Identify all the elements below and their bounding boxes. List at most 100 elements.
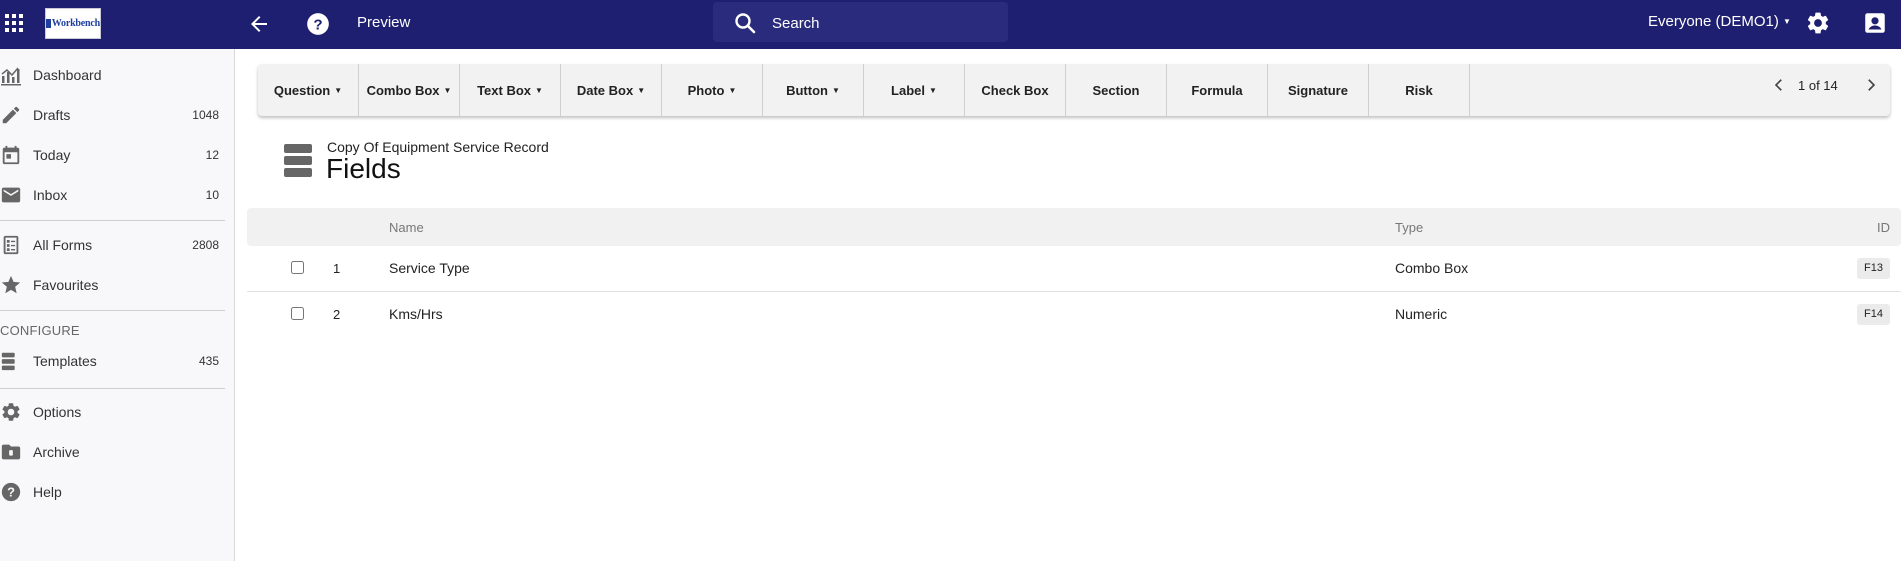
field-id-badge: F14 <box>1857 304 1890 325</box>
toolbar-text-box-button[interactable]: Text Box ▼ <box>460 64 561 116</box>
toolbar-button-label: Question <box>273 82 331 98</box>
toolbar-question-button[interactable]: Question ▼ <box>258 64 359 116</box>
svg-text:?: ? <box>313 16 322 33</box>
toolbar-button-label: Button <box>786 82 828 98</box>
sidebar-divider <box>0 310 225 311</box>
pager-count: 1 of 14 <box>1798 78 1838 93</box>
toolbar-check-box-button[interactable]: Check Box <box>965 64 1066 116</box>
search-bar[interactable] <box>713 2 1008 42</box>
toolbar-section-button[interactable]: Section <box>1066 64 1167 116</box>
sidebar-item-dashboard[interactable]: Dashboard <box>0 61 225 91</box>
sidebar-nav: Dashboard Drafts 1048 Today 12 Inbox 10 … <box>0 49 235 561</box>
sidebar-divider <box>0 220 225 221</box>
apps-grid-icon[interactable] <box>4 13 24 33</box>
company-logo[interactable]: Workbench <box>45 8 101 39</box>
field-type: Numeric <box>1395 306 1448 322</box>
pager: 1 of 14 <box>1770 66 1876 106</box>
top-app-bar: Workbench ? Preview Everyone (DEMO1) ▼ <box>0 0 1901 49</box>
column-header-name[interactable]: Name <box>389 220 424 235</box>
chevron-left-icon[interactable] <box>1770 76 1788 94</box>
workspace-label: Everyone (DEMO1) <box>1648 13 1779 30</box>
toolbar-formula-button[interactable]: Formula <box>1167 64 1268 116</box>
table-row[interactable]: 1 Service Type Combo Box F13 <box>247 246 1901 292</box>
toolbar-signature-button[interactable]: Signature <box>1268 64 1369 116</box>
field-type-toolbar: Question ▼ Combo Box ▼ Text Box ▼ Date Box ▼… <box>258 64 1890 116</box>
sidebar-item-label: Inbox <box>33 187 68 203</box>
search-icon <box>735 13 756 34</box>
caret-down-icon: ▼ <box>334 85 343 95</box>
help-circle-icon: ? <box>1 482 21 502</box>
caret-down-icon: ▼ <box>637 85 646 95</box>
archive-icon <box>1 444 21 460</box>
sidebar-item-all-forms[interactable]: All Forms 2808 <box>0 231 225 261</box>
settings-gear-icon[interactable] <box>1805 10 1831 36</box>
sidebar-item-count: 12 <box>205 148 219 162</box>
sidebar-item-count: 10 <box>205 188 219 202</box>
toolbar-button-button[interactable]: Button ▼ <box>763 64 864 116</box>
sidebar-item-drafts[interactable]: Drafts 1048 <box>0 101 225 131</box>
caret-down-icon: ▼ <box>535 85 543 95</box>
field-name[interactable]: Service Type <box>389 260 470 276</box>
sidebar-item-archive[interactable]: Archive <box>0 438 225 468</box>
sidebar-item-help[interactable]: ? Help <box>0 478 225 508</box>
sidebar-item-favourites[interactable]: Favourites <box>0 271 225 301</box>
caret-down-icon: ▼ <box>929 85 937 95</box>
sidebar-item-label: Drafts <box>33 107 71 123</box>
toolbar-photo-button[interactable]: Photo ▼ <box>662 64 763 116</box>
sidebar-item-label: All Forms <box>33 237 93 253</box>
field-type: Combo Box <box>1395 260 1469 276</box>
toolbar-combo-box-button[interactable]: Combo Box ▼ <box>359 64 460 116</box>
calendar-icon <box>2 145 20 165</box>
row-checkbox[interactable] <box>291 261 304 274</box>
page-title: Fields <box>326 153 401 184</box>
row-number: 1 <box>333 261 341 276</box>
sidebar-item-count: 2808 <box>192 238 219 252</box>
toolbar-label-button[interactable]: Label ▼ <box>864 64 965 116</box>
forms-list-icon <box>3 235 19 255</box>
caret-down-icon: ▼ <box>1783 17 1791 26</box>
column-header-id[interactable]: ID <box>1877 220 1890 235</box>
caret-down-icon: ▼ <box>728 85 737 95</box>
section-label-configure: CONFIGURE <box>0 323 80 338</box>
row-number: 2 <box>333 307 341 322</box>
sidebar-item-templates[interactable]: Templates 435 <box>0 347 225 377</box>
workspace-selector[interactable]: Everyone (DEMO1) ▼ <box>1648 12 1791 32</box>
sidebar-item-label: Help <box>33 484 62 500</box>
sidebar-item-inbox[interactable]: Inbox 10 <box>0 181 225 211</box>
help-icon[interactable]: ? <box>305 11 331 37</box>
column-header-type[interactable]: Type <box>1395 220 1423 235</box>
sidebar-item-options[interactable]: Options <box>0 398 225 428</box>
sidebar-item-label: Favourites <box>33 277 99 293</box>
toolbar-risk-button[interactable]: Risk <box>1369 64 1470 116</box>
template-stack-icon <box>284 144 312 177</box>
sidebar-item-label: Dashboard <box>33 67 102 83</box>
row-checkbox[interactable] <box>291 307 304 320</box>
toolbar-button-label: Label <box>891 82 926 98</box>
logo-text: Workbench <box>51 18 100 29</box>
account-icon[interactable] <box>1862 10 1888 36</box>
toolbar-button-label: Risk <box>1405 82 1433 98</box>
chevron-right-icon[interactable] <box>1862 76 1880 94</box>
toolbar-button-label: Check Box <box>981 82 1049 98</box>
table-row[interactable]: 2 Kms/Hrs Numeric F14 <box>247 292 1901 338</box>
gear-icon <box>2 403 20 421</box>
back-arrow-icon[interactable] <box>247 12 271 36</box>
logo-mark-icon <box>46 19 51 28</box>
field-name[interactable]: Kms/Hrs <box>389 306 443 322</box>
sidebar-item-label: Today <box>33 147 71 163</box>
pencil-icon <box>2 106 20 124</box>
toolbar-button-label: Photo <box>687 82 725 98</box>
field-id-badge: F13 <box>1857 258 1890 279</box>
preview-link[interactable]: Preview <box>357 13 410 33</box>
star-icon <box>1 275 21 294</box>
svg-text:?: ? <box>7 485 15 500</box>
sidebar-divider <box>0 388 225 389</box>
mail-icon <box>1 187 21 203</box>
toolbar-date-box-button[interactable]: Date Box ▼ <box>561 64 662 116</box>
search-input[interactable] <box>772 12 992 34</box>
sidebar-item-count: 1048 <box>192 108 219 122</box>
toolbar-button-label: Formula <box>1191 82 1243 98</box>
caret-down-icon: ▼ <box>443 85 452 95</box>
sidebar-item-today[interactable]: Today 12 <box>0 141 225 171</box>
toolbar-button-label: Signature <box>1288 82 1348 98</box>
